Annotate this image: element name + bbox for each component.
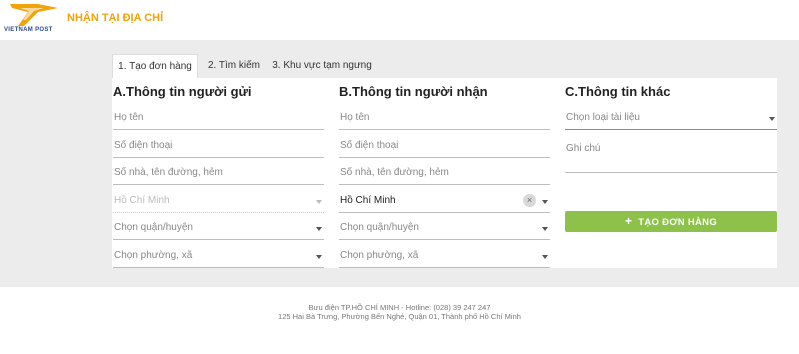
sender-address-field[interactable]: Số nhà, tên đường, hẻm [113,163,324,185]
page-title: NHẬN TẠI ĐỊA CHỈ [67,12,164,24]
sender-section-title: A.Thông tin người gửi [113,84,252,99]
receiver-ward-select[interactable]: Chọn phường, xã [339,246,550,268]
sender-phone-field[interactable]: Số điện thoại [113,136,324,158]
sender-phone-placeholder: Số điện thoại [114,140,173,151]
plus-icon: + [624,214,633,228]
chevron-down-icon [542,200,548,204]
footer-address: 125 Hai Bà Trưng, Phường Bến Nghé, Quận … [278,312,521,321]
footer: Bưu điện TP.HỒ CHÍ MINH - Hotline: (028)… [0,287,799,354]
receiver-phone-placeholder: Số điện thoại [340,140,399,151]
sender-name-placeholder: Họ tên [114,112,144,123]
vietnam-post-logo[interactable]: VIETNAM POST [4,2,66,36]
header: VIETNAM POST NHẬN TẠI ĐỊA CHỈ [0,0,799,40]
chevron-down-icon [316,255,322,259]
chevron-down-icon [316,200,322,204]
create-order-button[interactable]: + TẠO ĐƠN HÀNG [565,211,777,232]
doc-type-placeholder: Chọn loại tài liệu [566,112,640,123]
logo-mark-icon [10,4,58,26]
other-section-title: C.Thông tin khác [565,84,671,99]
sender-name-field[interactable]: Họ tên [113,108,324,130]
receiver-ward-placeholder: Chọn phường, xã [340,250,419,261]
tab-suspended-areas[interactable]: 3. Khu vực tạm ngưng [272,54,372,78]
sender-province-select: Hồ Chí Minh [113,191,324,213]
receiver-section-title: B.Thông tin người nhận [339,84,488,99]
clear-icon[interactable]: × [523,194,536,207]
tab-search[interactable]: 2. Tìm kiếm [200,54,268,78]
sender-address-placeholder: Số nhà, tên đường, hẻm [114,167,223,178]
sender-ward-select[interactable]: Chọn phường, xã [113,246,324,268]
chevron-down-icon [542,255,548,259]
receiver-district-select[interactable]: Chọn quận/huyện [339,218,550,240]
receiver-phone-field[interactable]: Số điện thoại [339,136,550,158]
receiver-name-field[interactable]: Họ tên [339,108,550,130]
receiver-name-placeholder: Họ tên [340,112,370,123]
chevron-down-icon [769,117,775,121]
receiver-province-value: Hồ Chí Minh [340,195,396,206]
receiver-address-placeholder: Số nhà, tên đường, hẻm [340,167,449,178]
sender-district-placeholder: Chọn quận/huyện [114,222,193,233]
sender-district-select[interactable]: Chọn quận/huyện [113,218,324,240]
receiver-address-field[interactable]: Số nhà, tên đường, hẻm [339,163,550,185]
sender-ward-placeholder: Chọn phường, xã [114,250,193,261]
sender-province-value: Hồ Chí Minh [114,195,170,206]
note-textarea[interactable]: Ghi chú [565,139,777,173]
footer-hotline: Bưu điện TP.HỒ CHÍ MINH - Hotline: (028)… [308,303,491,312]
create-order-label: TẠO ĐƠN HÀNG [638,217,718,228]
doc-type-select[interactable]: Chọn loại tài liệu [565,108,777,130]
tab-create-order[interactable]: 1. Tạo đơn hàng [112,54,198,78]
receiver-province-select[interactable]: Hồ Chí Minh × [339,191,550,213]
logo-text: VIETNAM POST [4,27,53,33]
receiver-district-placeholder: Chọn quận/huyện [340,222,419,233]
note-placeholder: Ghi chú [566,143,601,154]
chevron-down-icon [542,227,548,231]
chevron-down-icon [316,227,322,231]
